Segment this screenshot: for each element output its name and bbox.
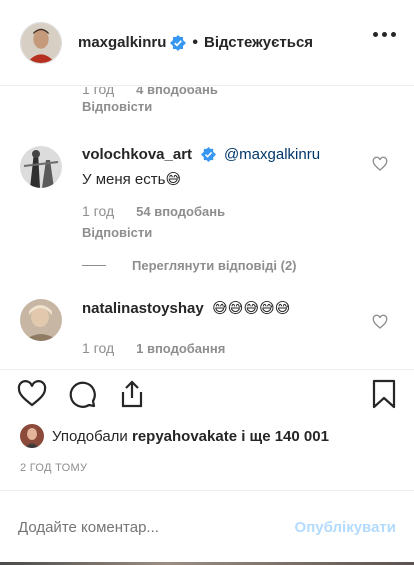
comment-likes-count[interactable]: 54 вподобань [136, 204, 225, 219]
post-timestamp[interactable]: 2 ГОД ТОМУ [20, 462, 87, 474]
replies-divider-line [82, 265, 106, 266]
header-separator: • [192, 33, 198, 51]
commenter-avatar[interactable] [20, 299, 62, 341]
likes-others-count[interactable]: і ще 140 001 [241, 428, 329, 445]
more-horizontal-icon[interactable] [373, 32, 396, 37]
liker-username[interactable]: repyahovakate [132, 428, 237, 445]
view-replies-label[interactable]: Переглянути відповіді (2) [132, 258, 297, 273]
comment-text: У меня есть😅 [82, 171, 182, 188]
comment-likes-count[interactable]: 4 вподобань [136, 87, 218, 97]
add-comment-form: Опублікувати [0, 490, 414, 564]
comment-icon[interactable] [66, 378, 98, 410]
share-icon[interactable] [116, 378, 148, 410]
comment-time[interactable]: 1 год [82, 87, 114, 97]
comment-meta: 1 год 1 вподобання [82, 340, 352, 356]
heart-icon[interactable] [16, 378, 48, 410]
comment-time[interactable]: 1 год [82, 203, 114, 219]
comments-list[interactable]: 1 год 4 вподобань Відповісти volochkova_… [0, 87, 414, 369]
view-replies-button[interactable]: Переглянути відповіді (2) [82, 258, 297, 273]
reply-button[interactable]: Відповісти [82, 225, 352, 240]
verified-badge-icon [170, 34, 187, 51]
liker-avatar[interactable] [20, 424, 44, 448]
commenter-username[interactable]: volochkova_art [82, 146, 192, 163]
commenter-username[interactable]: natalinastoyshay [82, 300, 204, 317]
comment-like-heart-icon[interactable] [372, 156, 388, 172]
commenter-avatar[interactable] [20, 146, 62, 188]
post-actions-bar [0, 369, 414, 423]
comment-input[interactable] [18, 519, 295, 536]
verified-badge-icon [200, 147, 216, 163]
mention-link[interactable]: @maxgalkinru [224, 146, 320, 163]
reply-button[interactable]: Відповісти [82, 99, 352, 114]
comment-meta: 1 год 4 вподобань [82, 87, 352, 97]
publish-button[interactable]: Опублікувати [295, 519, 396, 536]
comment-time[interactable]: 1 год [82, 340, 114, 356]
post-header: maxgalkinru • Відстежується [0, 0, 414, 86]
likes-summary: Уподобали repyahovakate і ще 140 001 [20, 424, 329, 448]
follow-status-button[interactable]: Відстежується [204, 34, 313, 51]
comment-text: 😅😅😅😅😅 [212, 300, 291, 317]
comment-like-heart-icon[interactable] [372, 314, 388, 330]
author-avatar[interactable] [20, 21, 62, 64]
bookmark-icon[interactable] [368, 378, 400, 410]
comment-meta: 1 год 54 вподобань [82, 203, 352, 219]
likes-prefix: Уподобали [52, 427, 128, 445]
comment-likes-count[interactable]: 1 вподобання [136, 341, 225, 356]
author-username[interactable]: maxgalkinru [78, 34, 166, 51]
